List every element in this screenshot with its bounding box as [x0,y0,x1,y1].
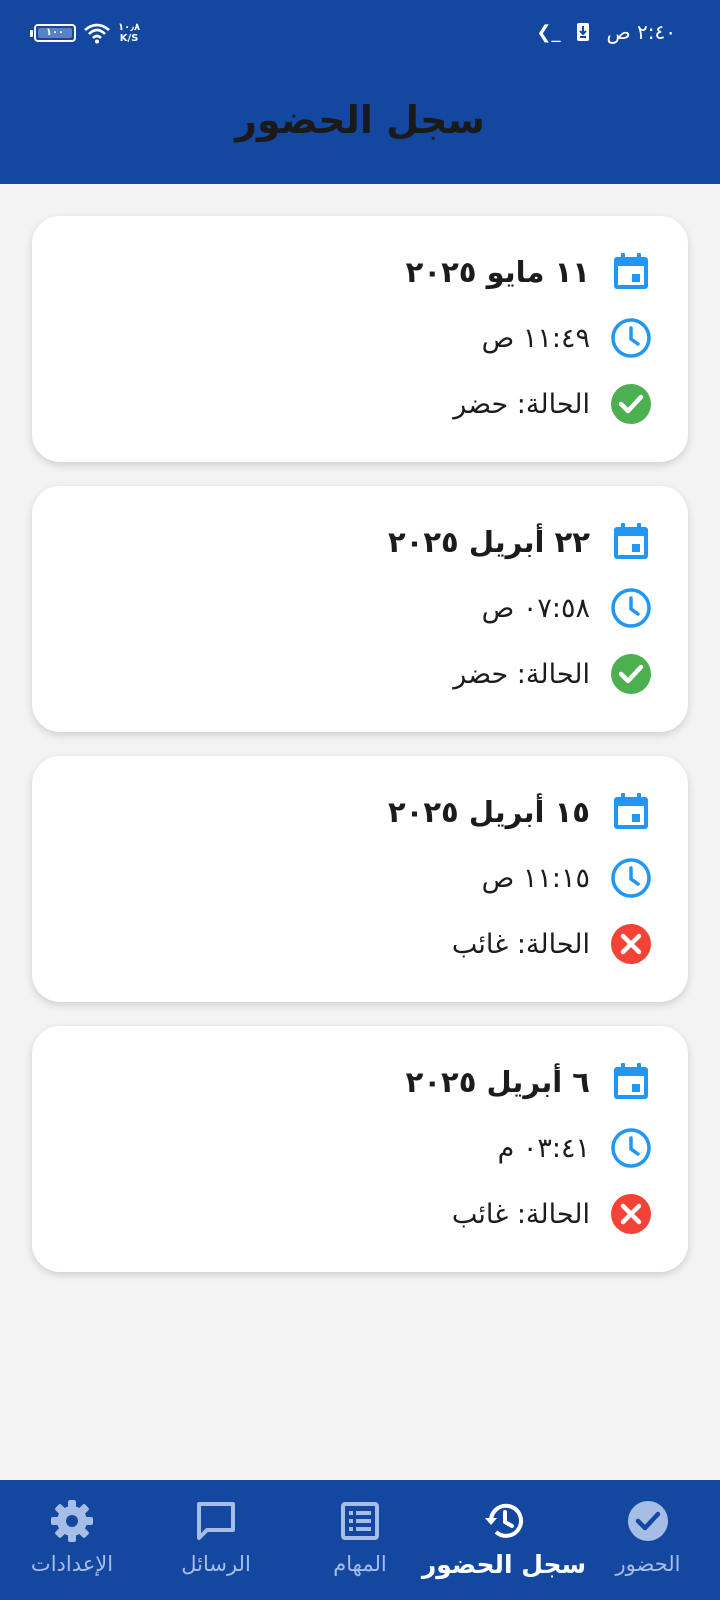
network-speed-unit: K/S [119,33,139,44]
clock-icon [611,1128,651,1168]
record-status: الحالة: حضر [453,388,590,420]
record-status: الحالة: غائب [451,1198,590,1230]
clock-icon [611,588,651,628]
battery-icon: ١٠٠ [30,24,76,42]
gear-icon [51,1500,93,1542]
record-date: ٦ أبريل ٢٠٢٥ [405,1065,590,1099]
status-bar: ١٠٠ ١٠٫٨ K/S ❮_ ٢:٤٠ ص [0,0,720,72]
record-time: ١١:١٥ ص [481,862,590,894]
record-date: ١٥ أبريل ٢٠٢٥ [387,795,590,829]
check-circle-icon [628,1501,668,1541]
download-icon [577,23,590,41]
nav-attendance[interactable]: الحضور [576,1480,720,1600]
record-date: ١١ مايو ٢٠٢٥ [405,255,590,289]
record-time-row: ١١:٤٩ ص [482,316,652,360]
nav-tasks[interactable]: المهام [288,1480,432,1600]
status-bar-right: ❮_ ٢:٤٠ ص [536,20,676,44]
nav-settings[interactable]: الإعدادات [0,1480,144,1600]
nav-attendance-log-label: سجل الحضور [421,1550,587,1579]
battery-level: ١٠٠ [38,28,72,38]
nav-settings-label: الإعدادات [30,1552,114,1576]
record-time-row: ٠٧:٥٨ ص [482,586,652,630]
nav-messages[interactable]: الرسائل [144,1480,288,1600]
cancel-circle-icon [611,1194,651,1234]
clock-icon [611,318,651,358]
nav-attendance-log[interactable]: سجل الحضور [422,1480,586,1600]
status-bar-left: ١٠٠ ١٠٫٨ K/S [30,22,140,44]
attendance-record-card[interactable]: ٢٢ أبريل ٢٠٢٥ ٠٧:٥٨ ص الحالة: حضر [32,486,688,732]
history-icon [485,1503,523,1538]
attendance-list: ١١ مايو ٢٠٢٥ ١١:٤٩ ص الحالة: حضر ٢٢ أبري… [32,216,688,1296]
record-date-row: ١٥ أبريل ٢٠٢٥ [388,790,652,834]
app-bar: ١٠٠ ١٠٫٨ K/S ❮_ ٢:٤٠ ص سجل الحضور [0,0,720,184]
record-date-row: ٦ أبريل ٢٠٢٥ [406,1060,652,1104]
calendar-icon [614,523,648,559]
record-date: ٢٢ أبريل ٢٠٢٥ [387,525,590,559]
network-speed-value: ١٠٫٨ [118,22,141,33]
message-icon [197,1502,235,1540]
record-status-row: الحالة: غائب [452,1192,652,1236]
calendar-icon [614,1063,648,1099]
wifi-icon [84,23,110,44]
attendance-record-card[interactable]: ٦ أبريل ٢٠٢٥ ٠٣:٤١ م الحالة: غائب [32,1026,688,1272]
record-date-row: ٢٢ أبريل ٢٠٢٥ [388,520,652,564]
nav-tasks-label: المهام [333,1552,387,1576]
nav-messages-label: الرسائل [181,1552,251,1576]
record-time-row: ١١:١٥ ص [482,856,652,900]
bottom-navigation: الحضور سجل الحضور المهام الرسائل الإعداد… [0,1480,720,1600]
calendar-icon [614,793,648,829]
record-date-row: ١١ مايو ٢٠٢٥ [406,250,652,294]
attendance-record-card[interactable]: ١١ مايو ٢٠٢٥ ١١:٤٩ ص الحالة: حضر [32,216,688,462]
record-status-row: الحالة: حضر [453,382,652,426]
record-status-row: الحالة: غائب [452,922,652,966]
check-circle-icon [611,384,651,424]
clock-icon [611,858,651,898]
cancel-circle-icon [611,924,651,964]
record-time: ٠٣:٤١ م [497,1132,590,1164]
terminal-icon: ❮_ [536,21,561,43]
record-time: ٠٧:٥٨ ص [481,592,590,624]
record-status: الحالة: غائب [451,928,590,960]
calendar-icon [614,253,648,289]
network-speed: ١٠٫٨ K/S [118,22,140,44]
page-title: سجل الحضور [235,98,485,142]
record-status: الحالة: حضر [453,658,590,690]
attendance-record-card[interactable]: ١٥ أبريل ٢٠٢٥ ١١:١٥ ص الحالة: غائب [32,756,688,1002]
tasks-list-icon [341,1502,379,1540]
record-time-row: ٠٣:٤١ م [498,1126,652,1170]
status-time: ٢:٤٠ ص [606,20,676,44]
nav-attendance-label: الحضور [615,1552,681,1576]
record-status-row: الحالة: حضر [453,652,652,696]
check-circle-icon [611,654,651,694]
record-time: ١١:٤٩ ص [481,322,590,354]
